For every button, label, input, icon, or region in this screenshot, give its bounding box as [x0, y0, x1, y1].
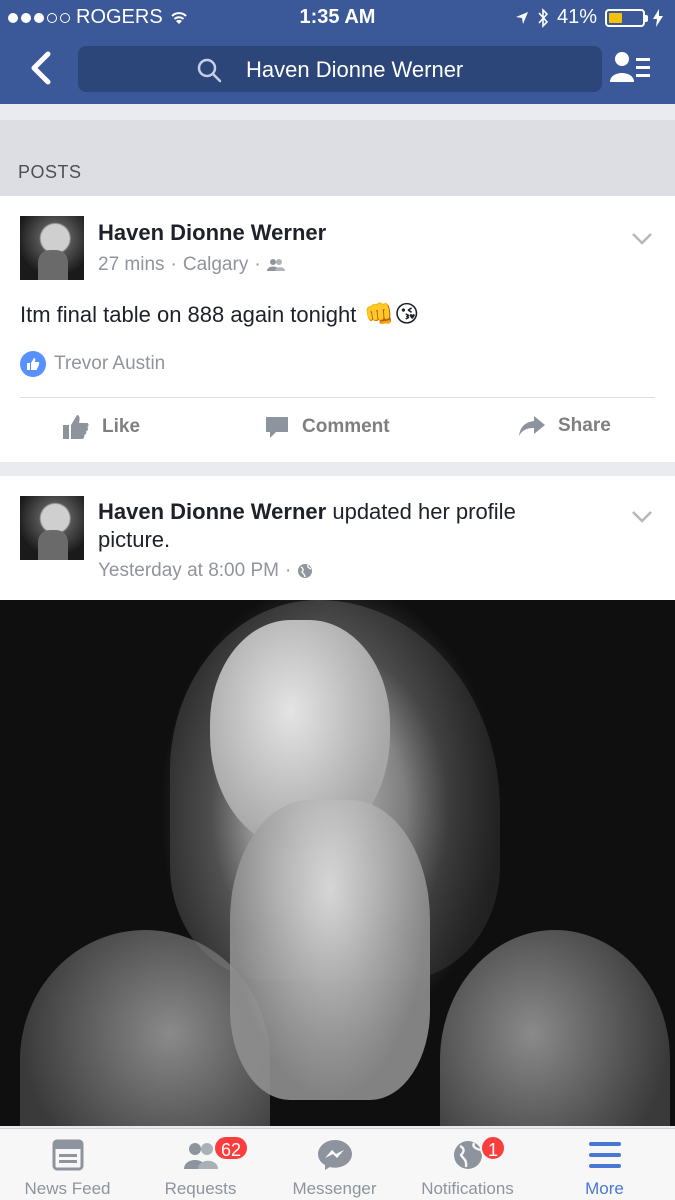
globe-public-icon	[298, 564, 313, 578]
battery-icon	[605, 8, 648, 27]
battery-percent: 41%	[556, 6, 597, 28]
share-label: Share	[558, 415, 611, 436]
post-card: Haven Dionne Werner 27 mins · Calgary · …	[0, 196, 675, 462]
tab-label: More	[585, 1179, 624, 1198]
post-meta: Yesterday at 8:00 PM ·	[98, 560, 313, 582]
charging-bolt-icon	[653, 8, 663, 27]
avatar[interactable]	[20, 496, 84, 560]
comment-bubble-icon	[266, 417, 288, 438]
top-navigation-bar: ROGERS 1:35 AM 41% Haven Dionne Werner	[0, 0, 675, 104]
comment-label: Comment	[302, 416, 390, 437]
thumbs-up-icon	[63, 415, 89, 439]
tab-news-feed[interactable]: News Feed	[0, 1129, 135, 1200]
post-author[interactable]: Haven Dionne Werner	[98, 220, 326, 246]
liked-by-name[interactable]: Trevor Austin	[54, 353, 165, 375]
meta-separator: ·	[254, 254, 261, 275]
section-title: POSTS	[18, 162, 82, 182]
bottom-tab-bar: News Feed 62 Requests Messenger 1 Notifi…	[0, 1128, 675, 1200]
status-bar: ROGERS 1:35 AM 41%	[0, 0, 675, 34]
chevron-down-icon[interactable]	[631, 510, 653, 524]
profile-photo[interactable]	[0, 600, 675, 1126]
post-time[interactable]: 27 mins	[98, 254, 165, 276]
post-time[interactable]: Yesterday at 8:00 PM	[98, 560, 279, 582]
notifications-badge: 1	[480, 1135, 507, 1161]
meta-separator: ·	[284, 560, 292, 581]
like-button[interactable]: Like	[62, 414, 140, 440]
news-feed-icon	[52, 1139, 83, 1171]
reactions-row[interactable]: Trevor Austin	[20, 351, 165, 377]
photo-shape	[230, 800, 430, 1100]
messenger-icon	[317, 1140, 352, 1170]
tab-more[interactable]: More	[537, 1129, 672, 1200]
search-icon	[197, 58, 222, 83]
post-headline: Haven Dionne Werner updated her profile …	[98, 498, 568, 554]
post-card: Haven Dionne Werner updated her profile …	[0, 476, 675, 1126]
bluetooth-icon	[538, 7, 549, 28]
like-label: Like	[102, 416, 141, 437]
hamburger-menu-icon	[588, 1142, 621, 1168]
like-reaction-icon	[20, 351, 46, 377]
tab-label: Messenger	[292, 1179, 377, 1198]
requests-badge: 62	[213, 1135, 250, 1161]
tab-label: Notifications	[421, 1179, 514, 1198]
search-query: Haven Dionne Werner	[246, 57, 464, 82]
comment-button[interactable]: Comment	[264, 414, 390, 440]
divider	[20, 397, 655, 398]
post-emojis: 👊😘	[364, 301, 420, 328]
tab-label: Requests	[164, 1179, 237, 1198]
photo-shape	[440, 930, 670, 1126]
post-text: Itm final table on 888 again tonight	[20, 301, 357, 327]
status-right: 41%	[515, 6, 663, 29]
tab-requests[interactable]: 62 Requests	[133, 1129, 268, 1200]
search-field[interactable]: Haven Dionne Werner	[78, 46, 602, 92]
meta-separator: ·	[170, 254, 177, 275]
post-meta: 27 mins · Calgary ·	[98, 254, 285, 276]
tab-messenger[interactable]: Messenger	[267, 1129, 402, 1200]
friends-audience-icon	[266, 259, 285, 271]
avatar[interactable]	[20, 216, 84, 280]
post-text-row: Itm final table on 888 again tonight 👊😘	[20, 300, 419, 329]
share-button[interactable]: Share	[518, 414, 611, 438]
location-arrow-icon	[515, 11, 528, 24]
post-location[interactable]: Calgary	[183, 254, 248, 276]
posts-section-header: POSTS	[0, 120, 675, 196]
post-author[interactable]: Haven Dionne Werner	[98, 499, 326, 524]
share-arrow-icon	[519, 416, 545, 436]
tab-label: News Feed	[24, 1179, 111, 1198]
post-actions: Like Comment Share	[0, 414, 675, 446]
back-chevron-icon[interactable]	[24, 48, 60, 88]
chevron-down-icon[interactable]	[631, 232, 653, 246]
tab-notifications[interactable]: 1 Notifications	[400, 1129, 535, 1200]
friend-list-icon[interactable]	[608, 50, 652, 86]
